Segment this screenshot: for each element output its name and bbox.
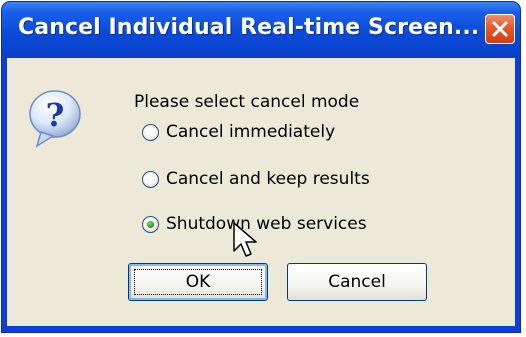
svg-text:?: ?	[46, 96, 65, 134]
prompt-text: Please select cancel mode	[134, 92, 360, 112]
focus-rectangle	[134, 269, 262, 295]
option-label: Shutdown web services	[166, 214, 367, 234]
radio-selected-dot	[147, 221, 154, 228]
dialog-body: ? Please select cancel mode Cancel immed…	[7, 58, 515, 326]
ok-button[interactable]: OK	[128, 263, 268, 301]
dialog-window: Cancel Individual Real-time Screen... ? …	[2, 2, 520, 332]
close-button[interactable]	[485, 14, 515, 44]
radio-button-selected[interactable]	[142, 216, 159, 233]
question-icon: ?	[29, 90, 81, 148]
title-bar[interactable]: Cancel Individual Real-time Screen...	[2, 2, 520, 58]
close-icon	[492, 21, 508, 37]
cancel-button[interactable]: Cancel	[287, 263, 427, 301]
dialog-title: Cancel Individual Real-time Screen...	[18, 15, 480, 40]
option-label: Cancel and keep results	[166, 169, 370, 189]
radio-button[interactable]	[142, 124, 159, 141]
mouse-cursor-icon	[233, 222, 257, 257]
option-label: Cancel immediately	[166, 122, 336, 142]
cancel-button-label: Cancel	[328, 272, 386, 292]
radio-button[interactable]	[142, 171, 159, 188]
